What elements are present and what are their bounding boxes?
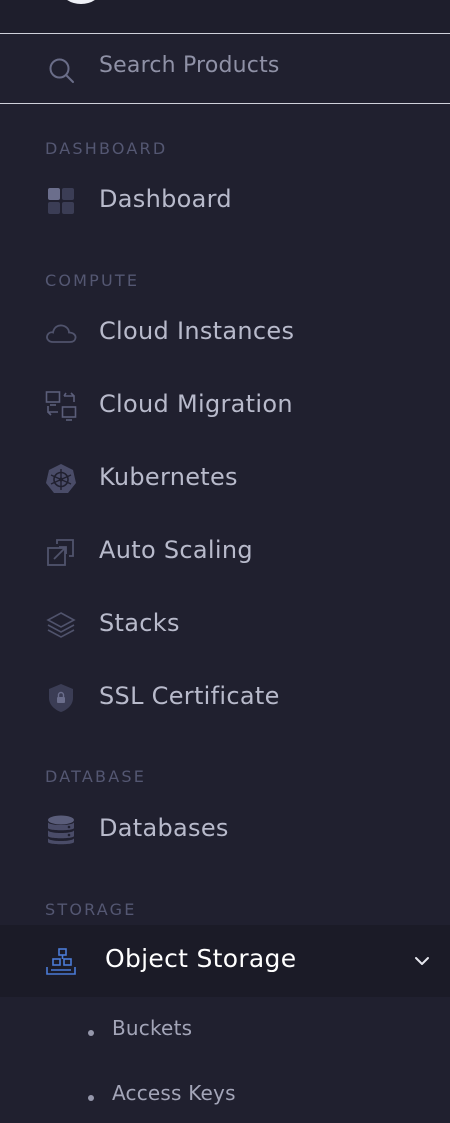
layers-icon: [46, 612, 76, 638]
sidebar-item-kubernetes[interactable]: Kubernetes: [0, 449, 450, 509]
section-database: DATABASE: [45, 767, 147, 786]
sidebar-subitem-access-keys[interactable]: Access Keys: [0, 1065, 450, 1123]
kubernetes-icon: [46, 464, 76, 493]
sidebar-item-dashboard[interactable]: Dashboard: [0, 171, 450, 231]
sidebar-item-auto-scaling[interactable]: Auto Scaling: [0, 522, 450, 582]
chevron-down-icon[interactable]: [412, 953, 432, 969]
section-dashboard: DASHBOARD: [45, 139, 168, 158]
object-storage-icon: [46, 948, 76, 975]
sidebar-item-cloud-migration[interactable]: Cloud Migration: [0, 376, 450, 436]
sidebar-item-label: Cloud Migration: [99, 390, 293, 418]
sidebar-item-label: Stacks: [99, 609, 180, 637]
section-storage: STORAGE: [45, 900, 137, 919]
cloud-icon: [46, 324, 77, 343]
shield-lock-icon: [49, 684, 73, 712]
migration-icon: [45, 391, 77, 421]
sidebar-item-label: SSL Certificate: [99, 682, 280, 710]
sidebar-item-object-storage[interactable]: Object Storage: [0, 925, 450, 997]
sidebar-item-databases[interactable]: Databases: [0, 800, 450, 860]
sidebar-subitem-buckets[interactable]: Buckets: [0, 1000, 450, 1058]
section-compute: COMPUTE: [45, 271, 140, 290]
sidebar-item-label: Kubernetes: [99, 463, 238, 491]
scaling-icon: [47, 539, 74, 566]
logo[interactable]: [62, 0, 100, 4]
search-icon: [49, 58, 74, 83]
sidebar-item-label: Databases: [99, 814, 229, 842]
bullet-icon: [88, 1095, 94, 1101]
grid-icon: [48, 188, 74, 214]
sidebar-item-label: Object Storage: [105, 944, 297, 973]
sidebar-item-label: Dashboard: [99, 185, 232, 213]
search-input[interactable]: Search Products: [99, 53, 280, 78]
sidebar-item-stacks[interactable]: Stacks: [0, 595, 450, 655]
sidebar-item-ssl-certificate[interactable]: SSL Certificate: [0, 668, 450, 728]
sidebar-item-cloud-instances[interactable]: Cloud Instances: [0, 303, 450, 363]
bullet-icon: [88, 1030, 94, 1036]
sidebar-item-label: Cloud Instances: [99, 317, 295, 345]
sidebar-subitem-label: Buckets: [112, 1016, 193, 1040]
top-bar: [0, 0, 450, 34]
search-bar[interactable]: Search Products: [0, 34, 450, 104]
database-icon: [48, 815, 74, 845]
sidebar-item-label: Auto Scaling: [99, 536, 253, 564]
sidebar-subitem-label: Access Keys: [112, 1081, 236, 1105]
